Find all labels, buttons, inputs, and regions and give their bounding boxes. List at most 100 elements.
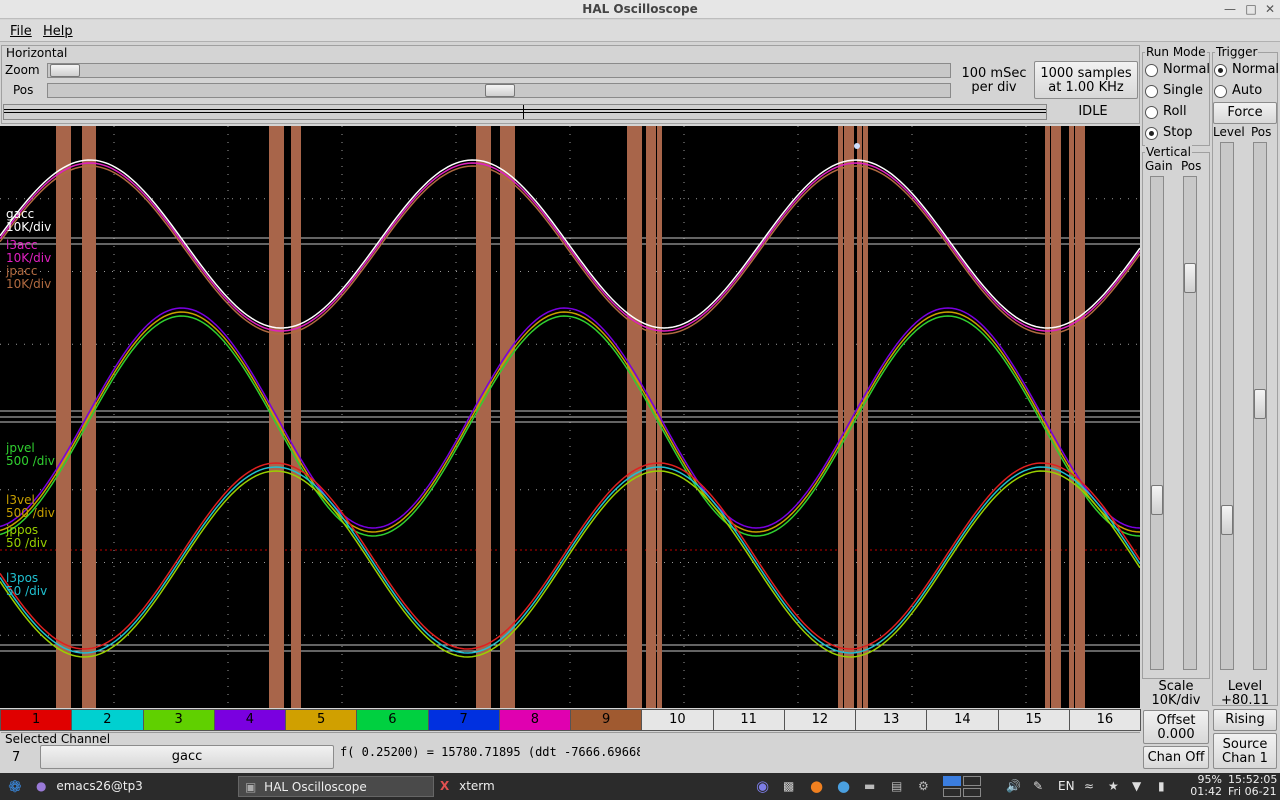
files-launcher-icon[interactable]: ▬ — [864, 776, 882, 797]
run-single-radio[interactable] — [1145, 85, 1158, 98]
record-position-bar[interactable] — [3, 104, 1047, 120]
channel-button-14[interactable]: 14 — [926, 709, 999, 731]
editor-launcher-icon[interactable]: ▤ — [891, 776, 909, 797]
trigger-pos-slider[interactable] — [1253, 142, 1267, 670]
channel-readout: f( 0.25200) = 15780.71895 (ddt -7666.696… — [340, 745, 640, 759]
trigger-auto-label: Auto — [1232, 83, 1263, 98]
minimize-icon[interactable]: — — [1222, 1, 1238, 17]
task-xterm[interactable]: X xterm — [440, 776, 636, 797]
source-value: Chan 1 — [1222, 751, 1268, 766]
trigger-normal-label: Normal — [1232, 62, 1280, 77]
trigger-edge-button[interactable]: Rising — [1213, 709, 1277, 731]
trigger-normal-radio[interactable] — [1214, 64, 1227, 77]
scale-value: 10K/div — [1151, 693, 1201, 708]
emacs-launcher-icon[interactable]: ◉ — [756, 776, 774, 797]
run-single-label: Single — [1163, 83, 1203, 98]
chan-off-button[interactable]: Chan Off — [1143, 746, 1209, 769]
run-mode-label: Run Mode — [1145, 45, 1207, 59]
emacs-icon: ● — [36, 779, 47, 793]
firefox-launcher-icon[interactable]: ● — [810, 776, 828, 797]
task-hal-scope[interactable]: ▣ HAL Oscilloscope — [238, 776, 434, 797]
channel-button-13[interactable]: 13 — [855, 709, 928, 731]
trigger-bar — [838, 126, 843, 708]
run-stop-radio[interactable] — [1145, 127, 1158, 140]
channel-label-scale: 50 /div — [6, 584, 48, 598]
pos-slider[interactable] — [47, 83, 951, 98]
channel-button-12[interactable]: 12 — [783, 709, 856, 731]
trigger-bar — [279, 126, 284, 708]
bluetooth-icon[interactable]: ★ — [1108, 776, 1126, 797]
trace-jppos — [0, 470, 1140, 658]
clock[interactable]: 15:52:05 Fri 06-21 — [1228, 774, 1277, 798]
channel-button-2[interactable]: 2 — [71, 709, 144, 731]
force-button[interactable]: Force — [1213, 102, 1277, 124]
trigger-bar — [66, 126, 71, 708]
vertical-gain-label: Gain — [1145, 159, 1173, 173]
trigger-pos-thumb[interactable] — [1254, 389, 1266, 419]
xterm-icon: X — [440, 779, 450, 793]
trigger-bar — [505, 126, 510, 708]
selected-channel-name-button[interactable]: gacc — [40, 745, 334, 769]
trigger-bar — [486, 126, 491, 708]
channel-button-1[interactable]: 1 — [0, 709, 73, 731]
run-roll-radio[interactable] — [1145, 106, 1158, 119]
keyboard-layout[interactable]: EN — [1058, 776, 1078, 797]
pos-slider-thumb[interactable] — [485, 84, 515, 97]
wifi-icon[interactable]: ≈ — [1084, 776, 1102, 797]
start-menu-icon[interactable]: ❁ — [4, 776, 26, 797]
workspace-switcher[interactable] — [943, 776, 983, 797]
source-label: Source — [1222, 737, 1268, 752]
scope-display[interactable]: gacc 10K/div l3acc 10K/div jpacc 10K/div jpvel… — [0, 126, 1140, 708]
volume-icon[interactable]: 🔊 — [1006, 776, 1024, 797]
trigger-bar — [1080, 126, 1085, 708]
task-emacs[interactable]: ● emacs26@tp3 — [36, 776, 232, 797]
selected-channel-number: 7 — [12, 750, 21, 765]
per-div-label: per div — [971, 80, 1017, 95]
trigger-level-slider[interactable] — [1220, 142, 1234, 670]
maximize-icon[interactable]: □ — [1243, 1, 1259, 17]
offset-label: Offset — [1156, 713, 1196, 728]
vertical-pos-slider[interactable] — [1183, 176, 1197, 670]
pos-label: Pos — [13, 83, 34, 97]
zoom-slider-thumb[interactable] — [50, 64, 80, 77]
battery-icon[interactable]: ▮ — [1158, 776, 1176, 797]
samples-button[interactable]: 1000 samples at 1.00 KHz — [1034, 61, 1138, 99]
trigger-level-thumb[interactable] — [1221, 505, 1233, 535]
menu-file[interactable]: File — [10, 24, 32, 39]
run-roll-label: Roll — [1163, 104, 1187, 119]
channel-button-6[interactable]: 6 — [356, 709, 429, 731]
vertical-pos-thumb[interactable] — [1184, 263, 1196, 293]
terminal-launcher-icon[interactable]: ▩ — [783, 776, 801, 797]
menu-bar: File Help — [0, 20, 1280, 42]
task-xterm-label: xterm — [459, 779, 495, 793]
channel-button-4[interactable]: 4 — [213, 709, 286, 731]
channel-button-15[interactable]: 15 — [997, 709, 1070, 731]
channel-label-scale: 50 /div — [6, 536, 48, 550]
level-value: +80.11 — [1220, 693, 1270, 708]
trigger-level-label: Level — [1213, 125, 1245, 139]
close-icon[interactable]: ✕ — [1262, 1, 1278, 17]
trigger-auto-radio[interactable] — [1214, 85, 1227, 98]
notification-icon[interactable]: ✎ — [1033, 776, 1051, 797]
vertical-label: Vertical — [1145, 145, 1192, 159]
channel-button-11[interactable]: 11 — [712, 709, 785, 731]
scope-traces — [0, 143, 1140, 658]
channel-label-jpacc: jpacc 10K/div — [6, 265, 51, 291]
run-normal-radio[interactable] — [1145, 64, 1158, 77]
trigger-source-button[interactable]: Source Chan 1 — [1213, 733, 1277, 769]
channel-button-8[interactable]: 8 — [498, 709, 571, 731]
menu-help[interactable]: Help — [43, 24, 73, 39]
channel-button-9[interactable]: 9 — [570, 709, 643, 731]
channel-button-7[interactable]: 7 — [427, 709, 500, 731]
thunderbird-launcher-icon[interactable]: ● — [837, 776, 855, 797]
vertical-gain-slider[interactable] — [1150, 176, 1164, 670]
zoom-slider[interactable] — [47, 63, 951, 78]
network-icon[interactable]: ▼ — [1132, 776, 1150, 797]
channel-button-3[interactable]: 3 — [142, 709, 215, 731]
vertical-gain-thumb[interactable] — [1151, 485, 1163, 515]
channel-button-10[interactable]: 10 — [641, 709, 714, 731]
channel-button-5[interactable]: 5 — [285, 709, 358, 731]
channel-button-16[interactable]: 16 — [1068, 709, 1141, 731]
offset-button[interactable]: Offset 0.000 — [1143, 710, 1209, 744]
settings-launcher-icon[interactable]: ⚙ — [918, 776, 936, 797]
